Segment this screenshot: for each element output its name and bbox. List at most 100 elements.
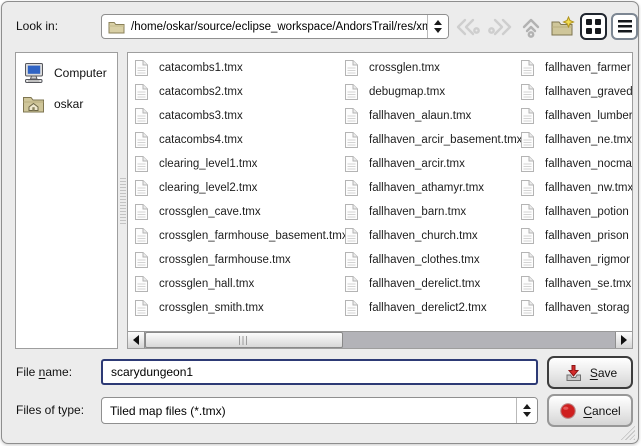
- file-item[interactable]: clearing_level1.tmx: [134, 152, 342, 176]
- file-item[interactable]: fallhaven_graved: [520, 80, 633, 104]
- file-name-label: crossglen_smith.tmx: [159, 302, 264, 314]
- look-in-combobox[interactable]: /home/oskar/source/eclipse_workspace/And…: [101, 14, 449, 39]
- file-item[interactable]: crossglen_farmhouse.tmx: [134, 248, 342, 272]
- file-icon: [344, 275, 359, 293]
- file-name-label: catacombs3.tmx: [159, 110, 243, 122]
- horizontal-scrollbar: [128, 331, 632, 348]
- file-item[interactable]: crossglen.tmx: [344, 56, 520, 80]
- file-list-pane: catacombs1.tmx catacombs2.tmx: [127, 52, 633, 349]
- sidebar-item-label: Computer: [54, 66, 107, 80]
- file-name-label: crossglen_farmhouse.tmx: [159, 254, 291, 266]
- file-icon: [344, 83, 359, 101]
- file-item[interactable]: crossglen_hall.tmx: [134, 272, 342, 296]
- file-item[interactable]: fallhaven_nocma: [520, 152, 633, 176]
- file-item[interactable]: fallhaven_prison: [520, 224, 633, 248]
- file-name-label: crossglen_cave.tmx: [159, 206, 261, 218]
- scroll-left-button[interactable]: [128, 332, 145, 348]
- files-of-type-label: Files of type:: [16, 397, 84, 424]
- file-item[interactable]: fallhaven_derelict.tmx: [344, 272, 520, 296]
- file-item[interactable]: fallhaven_lumber: [520, 104, 633, 128]
- new-folder-icon: [550, 16, 575, 38]
- file-name-label: crossglen.tmx: [369, 62, 440, 74]
- file-item[interactable]: catacombs2.tmx: [134, 80, 342, 104]
- file-type-combobox[interactable]: Tiled map files (*.tmx): [101, 397, 538, 424]
- file-name-label: fallhaven_derelict2.tmx: [369, 302, 487, 314]
- file-icon: [344, 59, 359, 77]
- list-view-icon: [618, 20, 632, 33]
- pane-splitter[interactable]: [118, 52, 127, 349]
- file-name-label: fallhaven_derelict.tmx: [369, 278, 480, 290]
- sidebar-item-computer[interactable]: Computer: [16, 57, 117, 88]
- file-name-label: crossglen_farmhouse_basement.tmx: [159, 230, 348, 242]
- file-item[interactable]: fallhaven_alaun.tmx: [344, 104, 520, 128]
- forward-button[interactable]: [485, 15, 514, 39]
- file-icon: [344, 227, 359, 245]
- back-button[interactable]: [453, 15, 482, 39]
- file-name-label: fallhaven_rigmor: [545, 254, 630, 266]
- file-icon: [520, 107, 535, 125]
- file-item[interactable]: fallhaven_storag: [520, 296, 633, 320]
- file-icon: [134, 275, 149, 293]
- combo-dropdown-arrows-icon: [427, 15, 448, 38]
- file-name-label: fallhaven_prison: [545, 230, 629, 242]
- file-item[interactable]: fallhaven_church.tmx: [344, 224, 520, 248]
- file-item[interactable]: fallhaven_derelict2.tmx: [344, 296, 520, 320]
- home-folder-icon: [22, 94, 45, 114]
- file-item[interactable]: fallhaven_clothes.tmx: [344, 248, 520, 272]
- file-item[interactable]: fallhaven_potion: [520, 200, 633, 224]
- look-in-path: /home/oskar/source/eclipse_workspace/And…: [131, 21, 427, 33]
- file-name-input[interactable]: [111, 365, 536, 379]
- forward-icon: [487, 16, 513, 38]
- file-item[interactable]: fallhaven_arcir.tmx: [344, 152, 520, 176]
- file-item[interactable]: debugmap.tmx: [344, 80, 520, 104]
- file-item[interactable]: catacombs4.tmx: [134, 128, 342, 152]
- file-item[interactable]: fallhaven_ne.tmx: [520, 128, 633, 152]
- cancel-icon: [559, 402, 577, 420]
- file-item[interactable]: fallhaven_se.tmx: [520, 272, 633, 296]
- file-name-label: fallhaven_storag: [545, 302, 629, 314]
- file-item[interactable]: clearing_level2.tmx: [134, 176, 342, 200]
- file-icon: [134, 107, 149, 125]
- file-icon: [520, 155, 535, 173]
- file-name-label: debugmap.tmx: [369, 86, 445, 98]
- up-folder-icon: [519, 15, 543, 39]
- file-item[interactable]: crossglen_smith.tmx: [134, 296, 342, 320]
- file-item[interactable]: fallhaven_athamyr.tmx: [344, 176, 520, 200]
- places-sidebar: Computer oskar: [15, 52, 118, 349]
- sidebar-item-oskar[interactable]: oskar: [16, 88, 117, 119]
- file-column-2: crossglen.tmx debugmap.tmx: [344, 56, 520, 320]
- combo-dropdown-arrows-icon: [516, 398, 537, 423]
- scrollbar-grip-icon: [239, 336, 249, 345]
- sidebar-item-label: oskar: [54, 97, 83, 111]
- file-item[interactable]: crossglen_farmhouse_basement.tmx: [134, 224, 342, 248]
- file-type-value: Tiled map files (*.tmx): [110, 404, 516, 418]
- file-name-label: catacombs2.tmx: [159, 86, 243, 98]
- cancel-button-label: Cancel: [583, 404, 620, 418]
- scroll-right-button[interactable]: [615, 332, 632, 348]
- file-item[interactable]: crossglen_cave.tmx: [134, 200, 342, 224]
- cancel-button[interactable]: Cancel: [547, 394, 633, 427]
- file-item[interactable]: catacombs3.tmx: [134, 104, 342, 128]
- file-name-label: fallhaven_farmer: [545, 62, 631, 74]
- save-button[interactable]: Save: [547, 356, 633, 389]
- file-item[interactable]: catacombs1.tmx: [134, 56, 342, 80]
- file-icon: [344, 155, 359, 173]
- file-icon: [344, 251, 359, 269]
- up-level-button[interactable]: [517, 14, 545, 40]
- scrollbar-track[interactable]: [343, 332, 615, 348]
- scrollbar-thumb[interactable]: [145, 332, 343, 348]
- file-item[interactable]: fallhaven_barn.tmx: [344, 200, 520, 224]
- grid-view-toggle[interactable]: [580, 13, 607, 40]
- resize-grip[interactable]: [620, 425, 635, 440]
- file-icon: [344, 299, 359, 317]
- file-name-label: catacombs4.tmx: [159, 134, 243, 146]
- file-name-label: catacombs1.tmx: [159, 62, 243, 74]
- file-item[interactable]: fallhaven_farmer: [520, 56, 633, 80]
- file-item[interactable]: fallhaven_arcir_basement.tmx: [344, 128, 520, 152]
- new-folder-button[interactable]: [549, 14, 576, 40]
- file-item[interactable]: fallhaven_rigmor: [520, 248, 633, 272]
- file-item[interactable]: fallhaven_nw.tmx: [520, 176, 633, 200]
- list-view-toggle[interactable]: [611, 13, 638, 40]
- file-icon: [344, 203, 359, 221]
- file-icon: [520, 275, 535, 293]
